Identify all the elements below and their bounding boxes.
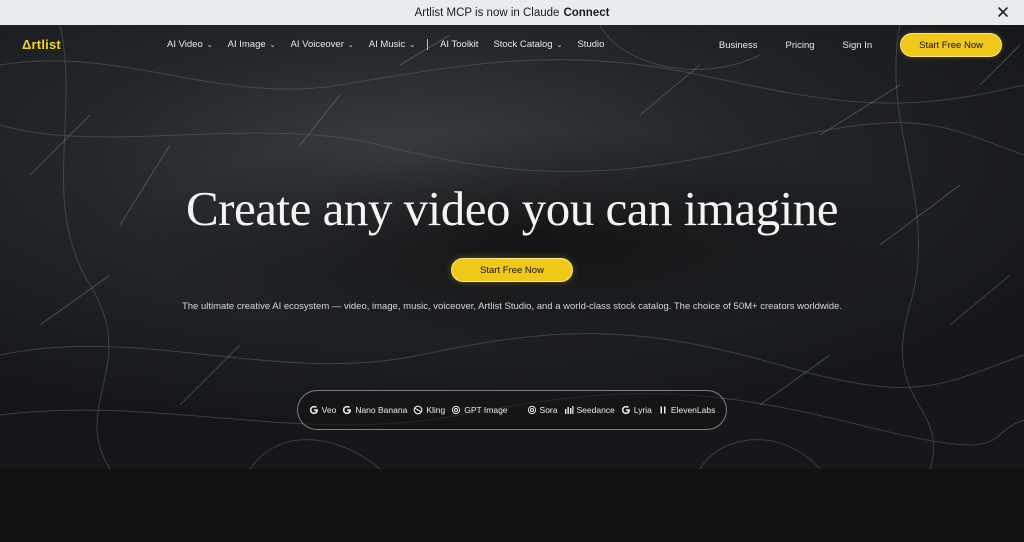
model-nano-banana: Nano Banana [342, 405, 407, 415]
nav-divider [427, 39, 429, 50]
chevron-down-icon: ⌄ [269, 41, 276, 49]
hero-subtitle: The ultimate creative AI ecosystem — vid… [181, 301, 843, 312]
below-fold-section [0, 469, 1024, 542]
nav-studio-label: Studio [577, 39, 605, 50]
openai-icon [527, 405, 536, 415]
nav-ai-voiceover-label: AI Voiceover [290, 39, 344, 50]
nav-stock-catalog-label: Stock Catalog [493, 39, 553, 50]
ai-models-strip: Veo Nano Banana Kling GPT Image Sora See… [297, 390, 727, 430]
hero-headline: Create any video you can imagine [185, 181, 839, 236]
model-veo: Veo [309, 405, 337, 415]
nav-ai-image[interactable]: AI Image ⌄ [228, 39, 276, 50]
model-gpt-image: GPT Image [451, 405, 508, 415]
nav-ai-image-label: AI Image [227, 39, 266, 50]
model-label: Veo [321, 405, 337, 415]
close-icon[interactable] [996, 5, 1010, 19]
chevron-down-icon: ⌄ [206, 41, 213, 49]
announcement-banner[interactable]: Artlist MCP is now in Claude Connect [0, 0, 1024, 25]
chevron-down-icon: ⌄ [556, 41, 563, 49]
elevenlabs-icon [660, 406, 666, 414]
google-g-icon [621, 405, 630, 415]
model-kling: Kling [413, 405, 445, 415]
top-nav: Δrtlist AI Video ⌄ AI Image ⌄ AI Voiceover… [0, 25, 1024, 65]
nav-ai-video[interactable]: AI Video ⌄ [167, 39, 213, 50]
model-label: ElevenLabs [670, 405, 716, 415]
nav-ai-music[interactable]: AI Music ⌄ [369, 39, 415, 50]
nav-ai-toolkit[interactable]: AI Toolkit [440, 39, 478, 50]
nav-ai-voiceover[interactable]: AI Voiceover ⌄ [291, 39, 354, 50]
chevron-down-icon: ⌄ [409, 41, 416, 49]
nav-business[interactable]: Business [719, 40, 758, 51]
model-label: GPT Image [464, 405, 508, 415]
nav-sign-in[interactable]: Sign In [843, 40, 873, 51]
artlist-logo[interactable]: Δrtlist [22, 37, 61, 52]
model-lyria: Lyria [621, 405, 652, 415]
model-label: Lyria [633, 405, 652, 415]
google-g-icon [343, 405, 352, 415]
start-free-button-header[interactable]: Start Free Now [900, 33, 1002, 57]
model-seedance: Seedance [564, 405, 615, 415]
model-label: Sora [539, 405, 558, 415]
nav-right: Business Pricing Sign In Start Free Now [719, 33, 1002, 57]
bars-icon [564, 406, 573, 414]
nav-ai-music-label: AI Music [368, 39, 406, 50]
model-label: Nano Banana [355, 405, 408, 415]
nav-links: AI Video ⌄ AI Image ⌄ AI Voiceover ⌄ AI Mus… [167, 39, 619, 50]
nav-pricing[interactable]: Pricing [785, 40, 814, 51]
google-g-icon [309, 405, 318, 415]
model-label: Kling [426, 405, 446, 415]
start-free-button-hero[interactable]: Start Free Now [451, 258, 573, 282]
model-sora: Sora [527, 405, 558, 415]
kling-icon [413, 405, 423, 415]
nav-studio[interactable]: Studio [577, 39, 604, 50]
nav-stock-catalog[interactable]: Stock Catalog ⌄ [493, 39, 562, 50]
model-label: Seedance [576, 405, 615, 415]
chevron-down-icon: ⌄ [347, 41, 354, 49]
nav-ai-video-label: AI Video [167, 39, 203, 50]
nav-ai-toolkit-label: AI Toolkit [440, 39, 479, 50]
banner-text: Artlist MCP is now in Claude [414, 6, 560, 19]
openai-icon [452, 405, 461, 415]
model-elevenlabs: ElevenLabs [658, 405, 715, 415]
banner-link[interactable]: Connect [563, 7, 609, 19]
